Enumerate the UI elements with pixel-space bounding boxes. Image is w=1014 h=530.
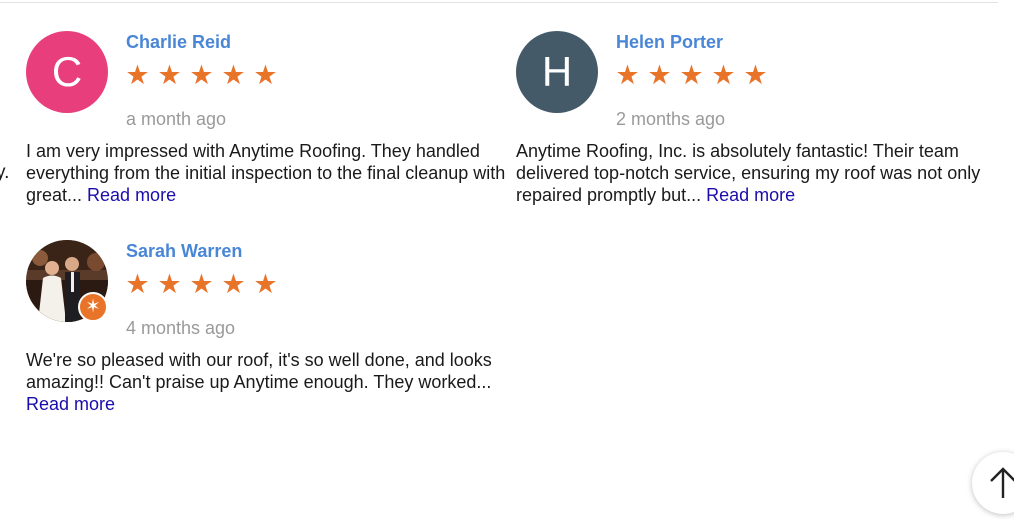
star-badge-icon: ✶ [78,292,108,322]
review-time: a month ago [126,109,227,129]
avatar: C [26,31,108,113]
star-icon: ★ [157,60,182,90]
read-more-link[interactable]: Read more [26,394,115,414]
reviewer-name[interactable]: Sarah Warren [126,241,242,262]
read-more-link[interactable]: Read more [706,185,795,205]
star-rating: ★ ★ ★ ★ ★ [614,57,769,93]
reviews-page: y. C Charlie Reid ★ ★ ★ ★ ★ a month ago … [0,0,1014,530]
star-icon: ★ [253,60,278,90]
star-icon: ★ [253,269,278,299]
arrow-up-icon [990,467,1014,498]
reviewer-name[interactable]: Helen Porter [616,32,723,53]
review-text: We're so pleased with our roof, it's so … [26,349,516,415]
star-icon: ★ [743,60,768,90]
top-divider [0,2,998,3]
review-body: We're so pleased with our roof, it's so … [26,350,492,392]
review-time: 4 months ago [126,318,236,338]
review-time: 2 months ago [616,109,726,129]
star-icon: ★ [615,60,640,90]
avatar: ✶ [26,240,108,322]
star-icon: ★ [125,60,150,90]
star-icon: ★ [711,60,736,90]
avatar: H [516,31,598,113]
star-icon: ★ [221,269,246,299]
star-rating: ★ ★ ★ ★ ★ [124,266,279,302]
star-icon: ★ [125,269,150,299]
star-icon: ★ [189,60,214,90]
star-icon: ★ [679,60,704,90]
cut-off-review-text: y. [0,162,10,183]
star-icon: ★ [189,269,214,299]
review-text: Anytime Roofing, Inc. is absolutely fant… [516,140,1006,206]
reviewer-name[interactable]: Charlie Reid [126,32,231,53]
star-rating: ★ ★ ★ ★ ★ [124,57,279,93]
star-icon: ★ [157,269,182,299]
star-icon: ★ [647,60,672,90]
read-more-link[interactable]: Read more [87,185,176,205]
review-text: I am very impressed with Anytime Roofing… [26,140,516,206]
star-icon: ★ [221,60,246,90]
scroll-to-top-button[interactable] [972,452,1014,514]
